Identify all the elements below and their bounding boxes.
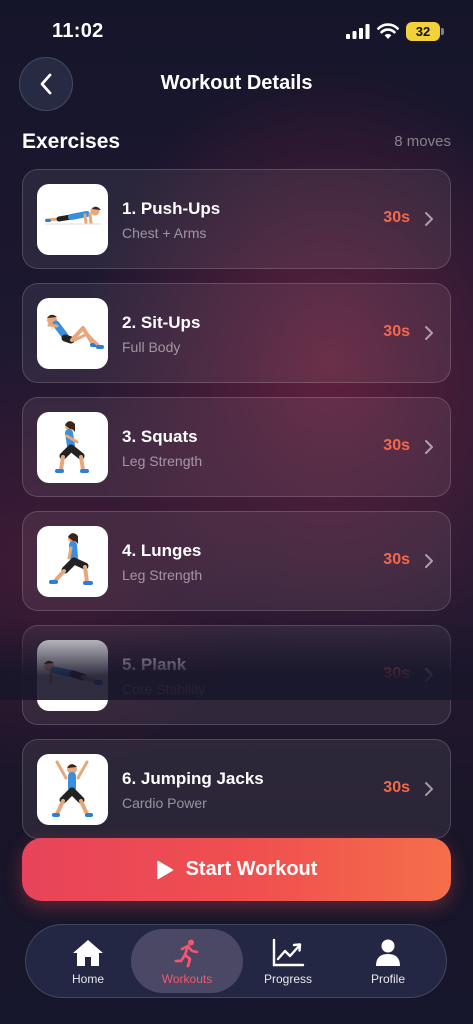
exercise-card-sit-ups[interactable]: 2. Sit-Ups Full Body 30s (22, 283, 451, 383)
exercise-duration: 30s (383, 323, 410, 340)
tab-label: Profile (370, 972, 405, 986)
tab-workouts[interactable]: Workouts (131, 929, 243, 993)
exercise-subtitle: Leg Strength (122, 567, 203, 583)
plank-figure (37, 640, 108, 711)
exercise-subtitle: Core Stability (122, 681, 206, 697)
chart-icon (272, 938, 305, 967)
exercise-name: 3. Squats (122, 427, 198, 446)
exercise-name: 4. Lunges (122, 541, 202, 560)
home-icon (73, 940, 103, 966)
exercise-name: 1. Push-Ups (122, 199, 221, 218)
status-time: 11:02 (52, 20, 104, 42)
section-title: Exercises (22, 130, 121, 153)
squat-figure (37, 412, 108, 483)
chevron-right-icon (425, 326, 433, 340)
exercise-duration: 30s (383, 551, 410, 568)
exercise-name: 2. Sit-Ups (122, 313, 201, 332)
exercise-subtitle: Cardio Power (122, 795, 207, 811)
chevron-right-icon (425, 212, 433, 226)
chevron-right-icon (425, 554, 433, 568)
tab-home[interactable]: Home (38, 929, 138, 993)
person-icon (376, 939, 400, 966)
lunge-figure (37, 526, 108, 597)
moves-count: 8 moves (394, 133, 451, 150)
tab-bar: Home Workouts Progress Profile (25, 924, 447, 998)
chevron-right-icon (425, 668, 433, 682)
exercise-card-jumping-jacks[interactable]: 6. Jumping Jacks Cardio Power 30s (22, 739, 451, 839)
start-workout-label: Start Workout (185, 858, 318, 880)
exercise-card-lunges[interactable]: 4. Lunges Leg Strength 30s (22, 511, 451, 611)
wifi-icon (377, 23, 399, 39)
exercise-card-plank[interactable]: 5. Plank Core Stability 30s (22, 625, 451, 725)
tab-label: Workouts (161, 972, 213, 986)
chevron-right-icon (425, 440, 433, 454)
exercise-subtitle: Leg Strength (122, 453, 203, 469)
exercise-list[interactable]: 1. Push-Ups Chest + Arms 30s 2. Sit-Ups … (22, 169, 451, 841)
exercise-card-squats[interactable]: 3. Squats Leg Strength 30s (22, 397, 451, 497)
exercise-card-push-ups[interactable]: 1. Push-Ups Chest + Arms 30s (22, 169, 451, 269)
exercise-name: 5. Plank (122, 655, 187, 674)
battery-cap (441, 28, 444, 35)
chevron-right-icon (425, 782, 433, 796)
jumping-jack-figure (37, 754, 108, 825)
exercise-name: 6. Jumping Jacks (122, 769, 264, 788)
exercise-subtitle: Full Body (122, 339, 181, 355)
tab-label: Home (71, 972, 104, 986)
tab-progress[interactable]: Progress (238, 929, 338, 993)
exercise-duration: 30s (383, 665, 410, 682)
tab-label: Progress (263, 972, 313, 986)
exercise-duration: 30s (383, 437, 410, 454)
battery-icon: 32 (406, 22, 440, 41)
exercise-subtitle: Chest + Arms (122, 225, 207, 241)
start-workout-button[interactable]: Start Workout (22, 838, 451, 901)
status-bar: 11:02 32 (0, 0, 473, 60)
page-title: Workout Details (160, 72, 313, 94)
tab-profile[interactable]: Profile (338, 929, 438, 993)
play-icon (156, 860, 173, 879)
push-up-figure (37, 184, 108, 255)
sit-up-figure (37, 298, 108, 369)
exercise-duration: 30s (383, 779, 410, 796)
cellular-signal-icon (346, 24, 370, 39)
running-icon (174, 939, 199, 968)
exercise-duration: 30s (383, 209, 410, 226)
